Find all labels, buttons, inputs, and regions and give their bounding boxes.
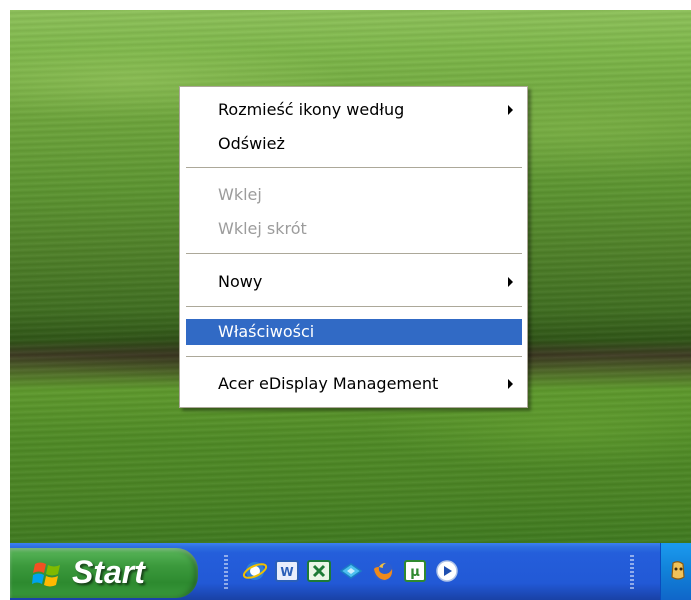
menu-item-label: Wklej: [218, 185, 262, 204]
menu-item-acer-edisplay[interactable]: Acer eDisplay Management: [186, 371, 522, 397]
desktop-context-menu: Rozmieść ikony według Odśwież Wklej Wkle…: [179, 86, 528, 408]
excel-icon[interactable]: [306, 559, 332, 583]
taskbar: Start W µ: [10, 543, 691, 600]
system-tray: [660, 543, 691, 600]
firefox-icon[interactable]: [370, 559, 396, 583]
word-icon[interactable]: W: [274, 559, 300, 583]
start-label: Start: [72, 554, 145, 590]
windows-logo-icon: [32, 562, 60, 587]
internet-explorer-icon[interactable]: [242, 559, 268, 583]
menu-separator: [186, 167, 522, 168]
toolbar-grip[interactable]: [630, 555, 634, 591]
svg-text:W: W: [280, 565, 293, 579]
menu-item-properties[interactable]: Właściwości: [186, 319, 522, 345]
submenu-arrow-icon: [508, 105, 513, 115]
menu-item-refresh[interactable]: Odśwież: [186, 131, 522, 157]
menu-item-label: Nowy: [218, 272, 263, 291]
utorrent-icon[interactable]: µ: [402, 559, 428, 583]
menu-separator: [186, 356, 522, 357]
submenu-arrow-icon: [508, 379, 513, 389]
toolbar-grip[interactable]: [224, 555, 228, 591]
media-player-icon[interactable]: [434, 559, 460, 583]
start-button[interactable]: Start: [10, 548, 198, 598]
menu-item-label: Acer eDisplay Management: [218, 374, 439, 393]
menu-item-arrange-icons[interactable]: Rozmieść ikony według: [186, 97, 522, 123]
network-icon[interactable]: [338, 559, 364, 583]
menu-separator: [186, 306, 522, 307]
menu-item-label: Wklej skrót: [218, 219, 307, 238]
menu-separator: [186, 253, 522, 254]
svg-text:µ: µ: [410, 565, 420, 580]
menu-item-label: Właściwości: [218, 322, 315, 341]
menu-item-label: Rozmieść ikony według: [218, 100, 405, 119]
menu-item-label: Odśwież: [218, 134, 285, 153]
submenu-arrow-icon: [508, 277, 513, 287]
menu-item-paste-shortcut: Wklej skrót: [186, 216, 522, 242]
menu-item-paste: Wklej: [186, 182, 522, 208]
tray-app-icon[interactable]: [667, 559, 689, 583]
menu-item-new[interactable]: Nowy: [186, 269, 522, 295]
